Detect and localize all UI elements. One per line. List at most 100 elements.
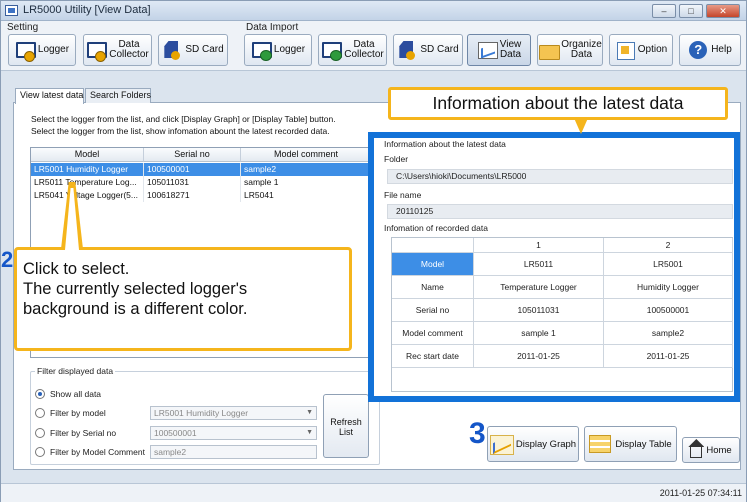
logger-row[interactable]: LR5011 Temperature Log... 105011031 samp… bbox=[31, 176, 372, 189]
table-cell: LR5011 bbox=[474, 253, 604, 276]
step-number-2: 2 bbox=[1, 249, 14, 271]
minimize-button[interactable]: – bbox=[652, 4, 676, 18]
logger-row[interactable]: LR5041 Voltage Logger(5... 100618271 LR5… bbox=[31, 189, 372, 202]
radio-filter-comment-label: Filter by Model Comment bbox=[50, 447, 145, 457]
chevron-down-icon: ▼ bbox=[306, 409, 313, 416]
radio-show-all[interactable] bbox=[35, 389, 45, 399]
radio-filter-model-label: Filter by model bbox=[50, 408, 106, 418]
maximize-button[interactable]: □ bbox=[679, 4, 703, 18]
setting-sd-card-button[interactable]: SD Card bbox=[158, 34, 228, 66]
radio-filter-serial-label: Filter by Serial no bbox=[50, 428, 117, 438]
logger-row[interactable]: LR5001 Humidity Logger 100500001 sample2 bbox=[31, 163, 372, 176]
filter-group-label: Filter displayed data bbox=[35, 366, 116, 376]
logger-comment: sample2 bbox=[241, 163, 372, 176]
table-cell: 2011-01-25 bbox=[604, 345, 733, 368]
organize-data-button[interactable]: Organize Data bbox=[537, 34, 603, 66]
refresh-list-button[interactable]: Refresh List bbox=[323, 394, 369, 458]
recorded-data-table: 1 2 Model LR5011 LR5001 Name Temperature… bbox=[391, 237, 733, 392]
title-bar: LR5000 Utility [View Data] – □ ✕ bbox=[1, 1, 746, 21]
import-group-label: Data Import bbox=[246, 22, 299, 33]
logger-model: LR5001 Humidity Logger bbox=[31, 163, 144, 176]
radio-filter-model[interactable] bbox=[35, 408, 45, 418]
table-cell: Temperature Logger bbox=[474, 276, 604, 299]
import-logger-button[interactable]: Logger bbox=[244, 34, 312, 66]
home-icon bbox=[690, 446, 703, 458]
radio-filter-comment[interactable] bbox=[35, 447, 45, 457]
file-name-label: File name bbox=[384, 190, 422, 200]
view-data-icon bbox=[477, 40, 498, 60]
logger-serial: 100500001 bbox=[144, 163, 241, 176]
logger-icon bbox=[15, 40, 36, 62]
step-number-3: 3 bbox=[469, 417, 486, 450]
table-cell: Humidity Logger bbox=[604, 276, 733, 299]
setting-group-label: Setting bbox=[7, 22, 39, 33]
import-data-collector-button[interactable]: Data Collector bbox=[318, 34, 387, 66]
tab-search-folders[interactable]: Search Folders bbox=[85, 88, 151, 103]
radio-filter-serial[interactable] bbox=[35, 428, 45, 438]
window-title: LR5000 Utility [View Data] bbox=[23, 4, 151, 16]
model-select[interactable]: LR5001 Humidity Logger ▼ bbox=[150, 406, 317, 420]
callout-line-1: Click to select. bbox=[23, 260, 130, 278]
table-corner-cell bbox=[392, 238, 474, 253]
table-cell: sample2 bbox=[604, 322, 733, 345]
option-icon bbox=[615, 40, 635, 60]
view-data-button[interactable]: View Data bbox=[467, 34, 531, 66]
folder-path-field: C:\Users\hioki\Documents\LR5000 bbox=[387, 169, 733, 184]
folder-icon bbox=[538, 40, 561, 60]
logger-comment: LR5041 bbox=[241, 189, 372, 202]
close-button[interactable]: ✕ bbox=[706, 4, 740, 18]
column-header-serial[interactable]: Serial no bbox=[144, 148, 241, 162]
logger-model: LR5041 Voltage Logger(5... bbox=[31, 189, 144, 202]
status-bar: 2011-01-25 07:34:11 bbox=[1, 483, 746, 502]
info-header: Information about the latest data bbox=[384, 139, 506, 149]
latest-data-info-panel: Information about the latest data Folder… bbox=[368, 132, 740, 402]
display-graph-button[interactable]: Display Graph bbox=[487, 426, 579, 462]
logger-serial: 105011031 bbox=[144, 176, 241, 189]
comment-input[interactable]: sample2 bbox=[150, 445, 317, 459]
instruction-text-2: Select the logger from the list, show in… bbox=[31, 126, 330, 136]
display-table-button[interactable]: Display Table bbox=[584, 426, 677, 462]
data-collector-import-icon bbox=[321, 40, 343, 61]
table-cell: 105011031 bbox=[474, 299, 604, 322]
logger-comment: sample 1 bbox=[241, 176, 372, 189]
logger-model: LR5011 Temperature Log... bbox=[31, 176, 144, 189]
column-header-comment[interactable]: Model comment bbox=[241, 148, 372, 162]
callout-line-2: The currently selected logger's bbox=[23, 280, 248, 298]
logger-serial: 100618271 bbox=[144, 189, 241, 202]
callout-line-3: background is a different color. bbox=[23, 300, 248, 318]
data-collector-icon bbox=[86, 40, 108, 62]
help-button[interactable]: Help bbox=[679, 34, 741, 66]
row-label-rec-start: Rec start date bbox=[392, 345, 474, 368]
sd-card-icon bbox=[162, 40, 182, 60]
toolbar: Setting Data Import Logger Data Collecto… bbox=[1, 21, 746, 71]
row-label-model: Model bbox=[392, 253, 474, 276]
folder-label: Folder bbox=[384, 154, 409, 164]
option-button[interactable]: Option bbox=[609, 34, 673, 66]
sd-card-import-icon bbox=[397, 40, 417, 60]
table-cell: 100500001 bbox=[604, 299, 733, 322]
select-callout: Click to select. The currently selected … bbox=[14, 247, 352, 351]
row-label-serial: Serial no bbox=[392, 299, 474, 322]
column-header-model[interactable]: Model bbox=[31, 148, 144, 162]
recorded-data-label: Infomation of recorded data bbox=[384, 223, 488, 233]
instruction-text-1: Select the logger from the list, and cli… bbox=[31, 114, 336, 124]
table-cell: LR5001 bbox=[604, 253, 733, 276]
table-cell: sample 1 bbox=[474, 322, 604, 345]
table-cell: 2011-01-25 bbox=[474, 345, 604, 368]
table-column-header: 2 bbox=[604, 238, 733, 253]
import-sd-card-button[interactable]: SD Card bbox=[393, 34, 463, 66]
tab-view-latest-data[interactable]: View latest data bbox=[15, 88, 84, 104]
info-callout: Information about the latest data bbox=[388, 87, 728, 120]
chevron-down-icon: ▼ bbox=[306, 429, 313, 436]
radio-show-all-label: Show all data bbox=[50, 389, 102, 399]
row-label-name: Name bbox=[392, 276, 474, 299]
help-icon bbox=[688, 40, 708, 60]
logger-import-icon bbox=[251, 40, 272, 61]
graph-icon bbox=[489, 435, 514, 455]
app-icon bbox=[5, 5, 18, 16]
setting-logger-button[interactable]: Logger bbox=[8, 34, 76, 66]
table-icon bbox=[589, 435, 612, 453]
serial-select[interactable]: 100500001 ▼ bbox=[150, 426, 317, 440]
home-button[interactable]: Home bbox=[682, 437, 740, 463]
setting-data-collector-button[interactable]: Data Collector bbox=[83, 34, 152, 66]
